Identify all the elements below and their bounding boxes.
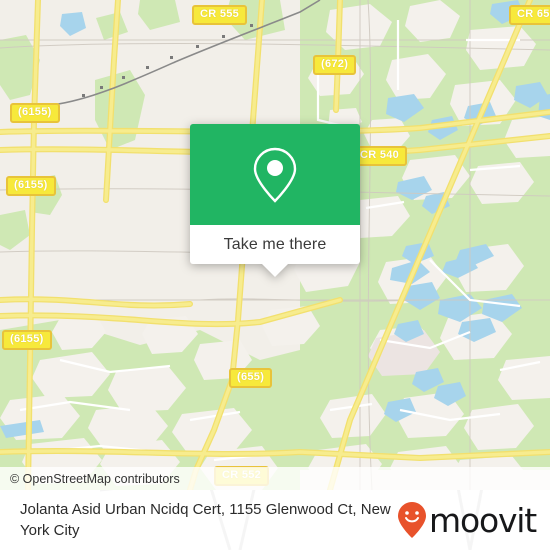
road-shield-6155-a: (6155) <box>10 103 60 123</box>
popup-tail <box>262 264 288 277</box>
map-pin-icon <box>253 147 297 203</box>
map-screenshot: CR 555 CR 655 (672) (6155) (6155) CR 540… <box>0 0 550 550</box>
popup-image-area <box>190 124 360 225</box>
popup-action-bar[interactable]: Take me there <box>190 225 360 277</box>
take-me-there-button[interactable]: Take me there <box>224 236 327 254</box>
footer-bar: Jolanta Asid Urban Ncidq Cert, 1155 Glen… <box>0 490 550 550</box>
road-shield-cr-655: CR 655 <box>509 5 550 25</box>
map-attribution: © OpenStreetMap contributors <box>0 467 550 490</box>
road-shield-cr-540: CR 540 <box>352 146 408 166</box>
moovit-smiley-pin-icon <box>398 502 427 538</box>
attribution-text: © OpenStreetMap contributors <box>10 471 180 486</box>
location-popup-card[interactable]: Take me there <box>190 124 360 277</box>
moovit-logo[interactable]: moovit <box>397 500 537 540</box>
location-address: Jolanta Asid Urban Ncidq Cert, 1155 Glen… <box>20 501 391 539</box>
road-shield-672: (672) <box>313 55 357 75</box>
road-shield-655: (655) <box>229 368 273 388</box>
road-shield-6155-c: (6155) <box>2 330 52 350</box>
road-shield-6155-b: (6155) <box>6 176 56 196</box>
moovit-wordmark: moovit <box>429 500 537 540</box>
road-shield-cr-555: CR 555 <box>192 5 248 25</box>
